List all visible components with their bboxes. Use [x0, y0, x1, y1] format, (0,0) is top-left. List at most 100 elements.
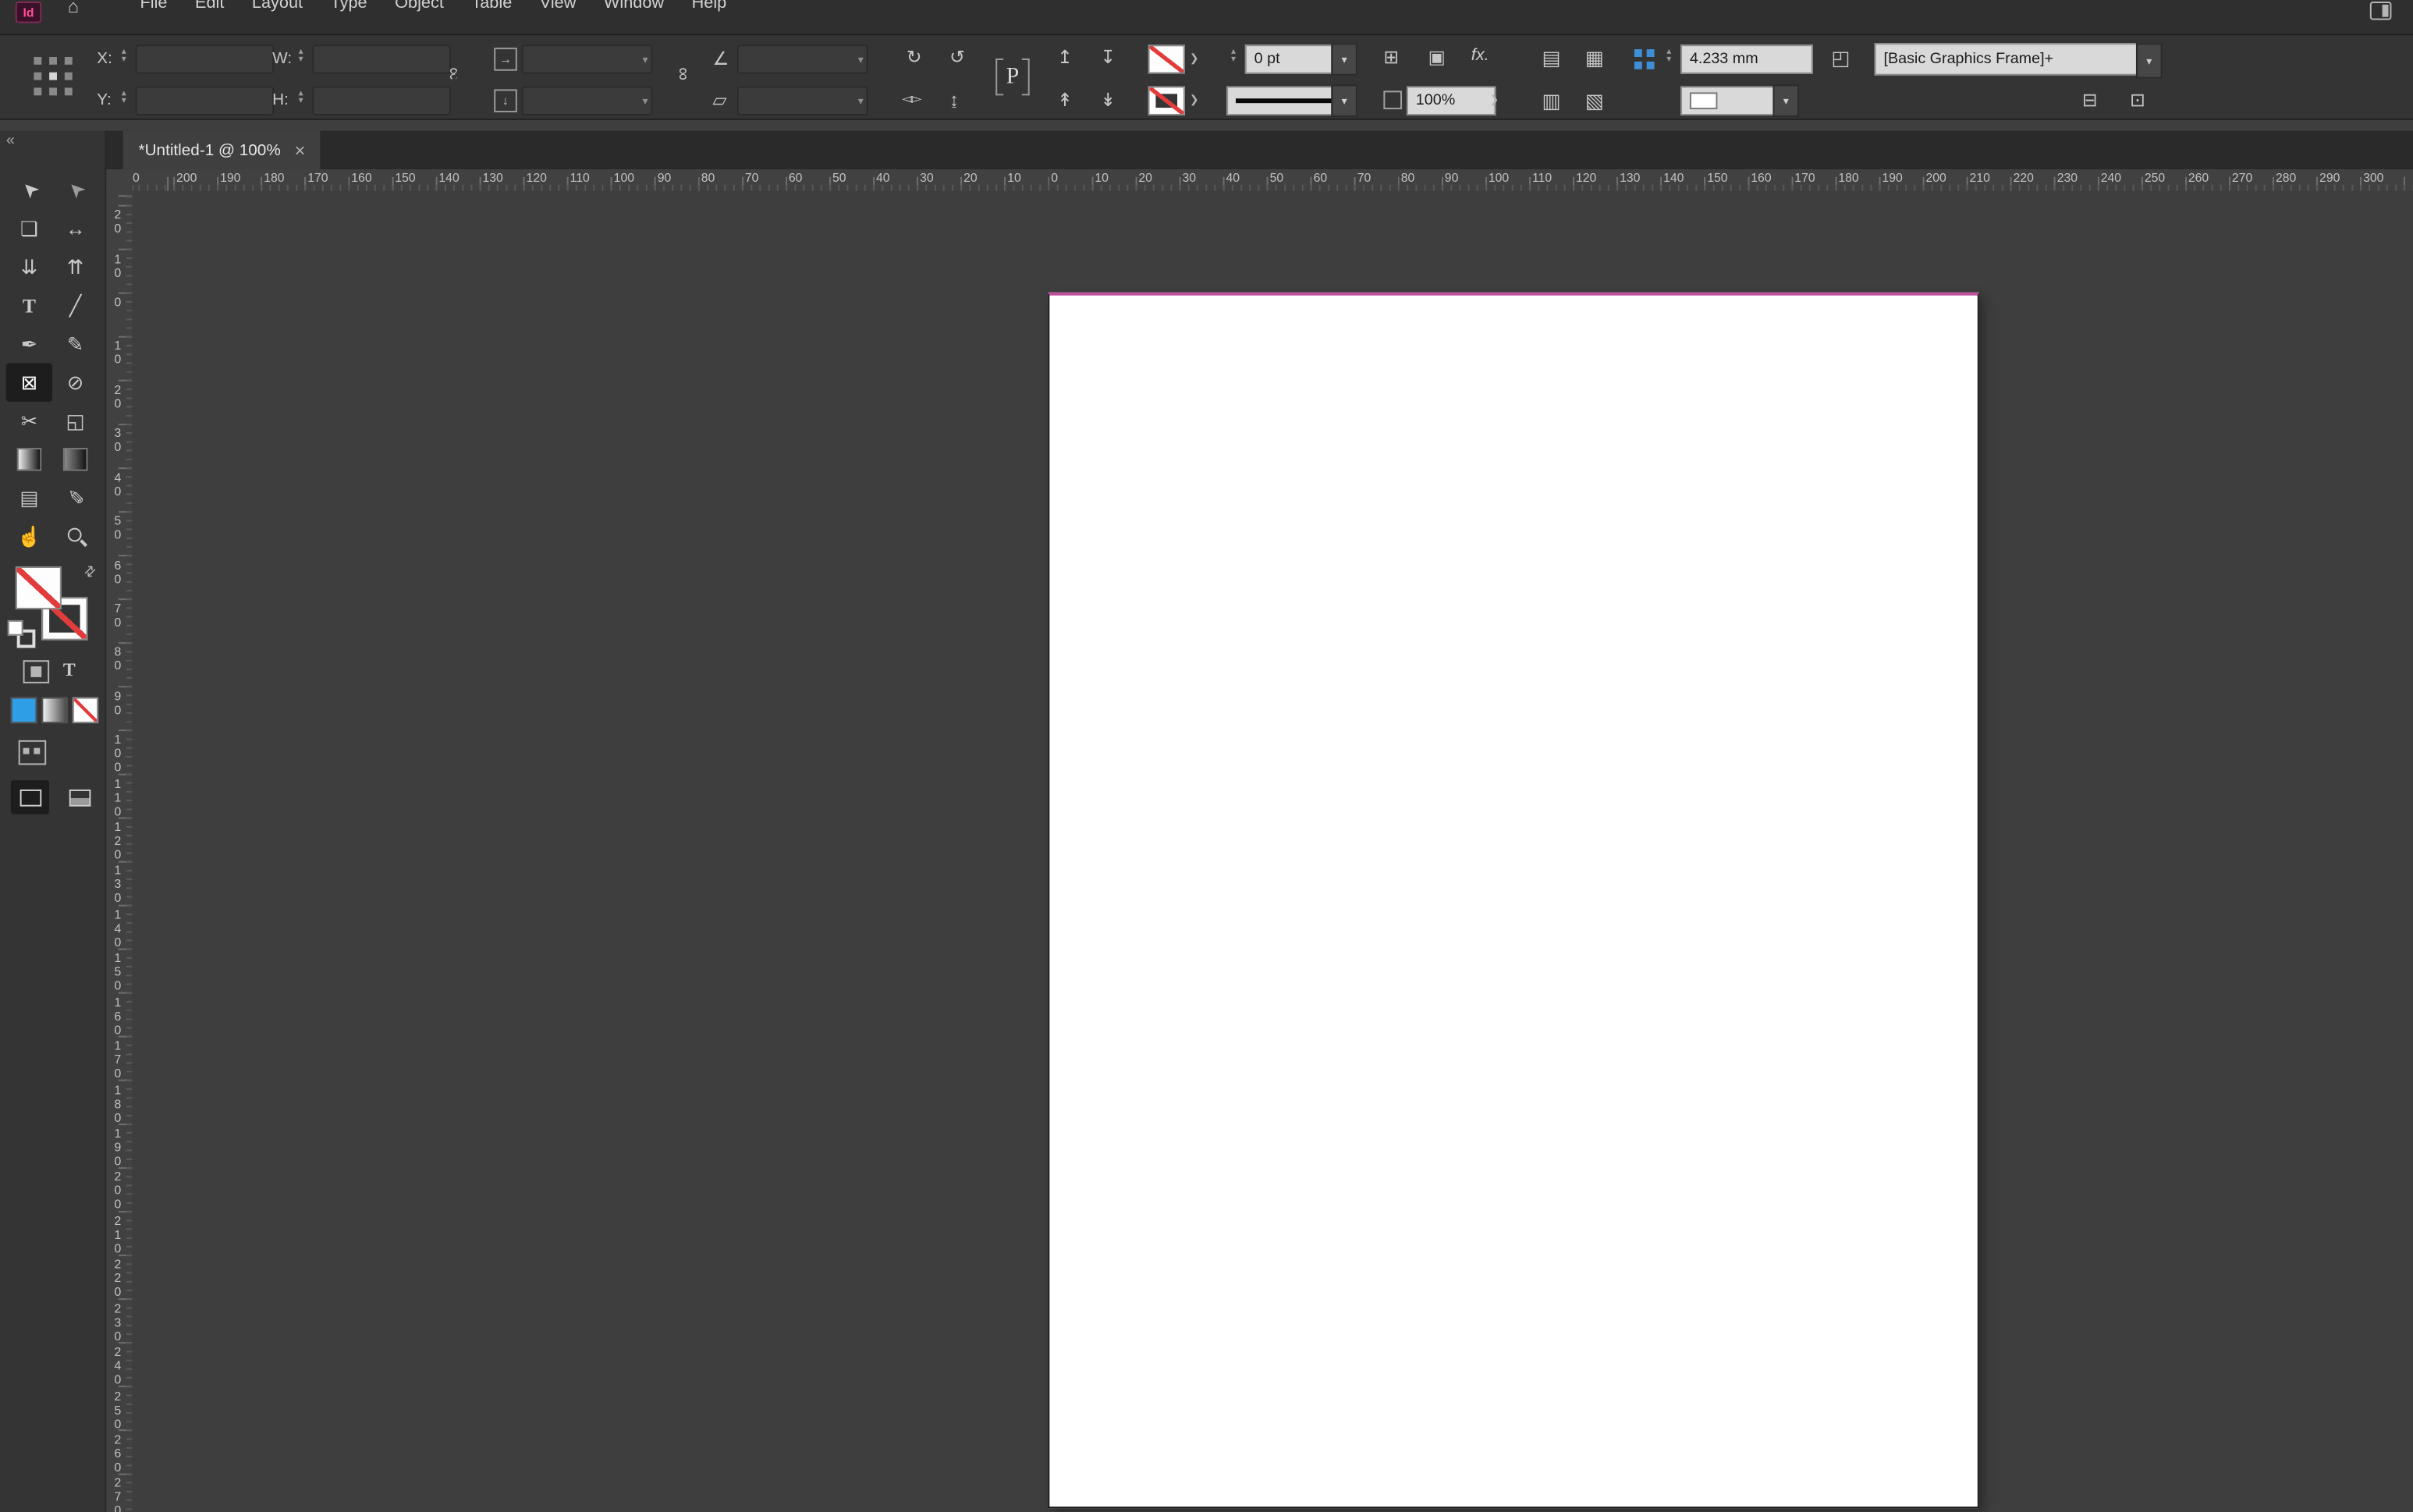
direct-selection-tool[interactable]: ➤: [52, 171, 98, 209]
window-layout-icon[interactable]: [2370, 2, 2392, 20]
wrap-offset-uniform-icon[interactable]: [1634, 49, 1655, 69]
opacity-field[interactable]: 100%: [1407, 86, 1496, 115]
vertical-ruler[interactable]: 2010010203040506070809010011012013014015…: [108, 191, 134, 1512]
hand-tool[interactable]: ☝: [6, 517, 52, 555]
pen-tool[interactable]: ✒: [6, 325, 52, 363]
menu-type[interactable]: Type: [317, 0, 381, 14]
gradient-swatch-tool[interactable]: [6, 440, 52, 478]
stroke-type-arrow[interactable]: ▾: [1331, 84, 1357, 116]
menu-window[interactable]: Window: [590, 0, 678, 14]
pasteboard[interactable]: [133, 191, 2413, 1512]
collapse-panel-icon[interactable]: «: [6, 133, 15, 150]
opacity-target-icon[interactable]: [1383, 91, 1402, 109]
apply-color-button[interactable]: [11, 697, 37, 724]
content-placer-tool[interactable]: ⇈: [52, 248, 98, 286]
indesign-logo-icon[interactable]: Id: [16, 2, 42, 23]
content-collector-tool[interactable]: ⇊: [6, 248, 52, 286]
default-fill-swatch-icon[interactable]: [8, 620, 23, 636]
fill-menu-chevron[interactable]: ❯: [1190, 52, 1199, 65]
select-previous-object-button[interactable]: ↟: [1057, 91, 1073, 109]
menu-help[interactable]: Help: [678, 0, 740, 14]
free-transform-tool[interactable]: ◱: [52, 402, 98, 440]
menu-object[interactable]: Object: [381, 0, 457, 14]
line-tool[interactable]: ╱: [52, 286, 98, 325]
constrain-dimensions-icon[interactable]: ∞: [448, 65, 461, 83]
corner-options-icon[interactable]: ◰: [1831, 48, 1850, 68]
h-stepper[interactable]: ▴▾: [294, 91, 308, 106]
apply-gradient-button[interactable]: [41, 697, 68, 724]
x-stepper[interactable]: ▴▾: [117, 49, 131, 65]
stroke-color-swatch[interactable]: [1148, 86, 1185, 115]
scale-x-field[interactable]: ▾: [522, 44, 653, 73]
fill-color-swatch[interactable]: [1148, 44, 1185, 73]
wrap-none-button[interactable]: ▤: [1542, 48, 1561, 68]
shear-angle-field[interactable]: ▾: [737, 86, 868, 115]
document-tab[interactable]: *Untitled-1 @ 100% ×: [123, 131, 321, 169]
fill-swatch[interactable]: [16, 566, 62, 609]
scissors-tool[interactable]: ✂: [6, 402, 52, 440]
wrap-offset-stepper[interactable]: ▴▾: [1662, 49, 1676, 65]
reference-point-proxy[interactable]: [34, 57, 72, 95]
formatting-affects-text-button[interactable]: T: [63, 658, 76, 682]
page-tool[interactable]: ❏: [6, 209, 52, 247]
stroke-menu-chevron[interactable]: ❯: [1190, 94, 1199, 106]
gap-tool[interactable]: ↔: [52, 209, 98, 247]
stroke-weight-field[interactable]: 0 pt: [1245, 44, 1345, 73]
scale-y-field[interactable]: ▾: [522, 86, 653, 115]
apply-none-button[interactable]: [73, 697, 99, 724]
edit-original-icon[interactable]: ⊡: [2130, 91, 2145, 109]
wrap-object-shape-button[interactable]: ▥: [1542, 91, 1561, 111]
screen-mode-preview-button[interactable]: [60, 780, 98, 814]
formatting-affects-container-button[interactable]: [23, 660, 50, 683]
selection-tool[interactable]: ➤: [6, 171, 52, 209]
object-style-arrow[interactable]: ▾: [2136, 43, 2163, 78]
frame-fitting-options-icon[interactable]: ⊞: [1383, 48, 1399, 66]
stroke-type-dropdown[interactable]: [1226, 86, 1345, 115]
zoom-tool[interactable]: [52, 517, 98, 555]
select-content-button[interactable]: ↧: [1100, 48, 1116, 66]
document-page[interactable]: [1048, 293, 1978, 1508]
menu-view[interactable]: View: [526, 0, 590, 14]
rectangle-frame-tool[interactable]: ⊠: [6, 364, 52, 402]
go-to-link-icon[interactable]: ⊟: [2082, 91, 2098, 109]
w-field[interactable]: [312, 44, 451, 73]
type-tool[interactable]: T: [6, 286, 52, 325]
menu-table[interactable]: Table: [458, 0, 526, 14]
view-options-icon[interactable]: [19, 740, 47, 765]
gradient-feather-tool[interactable]: [52, 440, 98, 478]
h-field[interactable]: [312, 86, 451, 115]
stroke-weight-stepper[interactable]: ▴▾: [1226, 49, 1240, 65]
object-style-dropdown[interactable]: [Basic Graphics Frame]+: [1875, 43, 2139, 75]
menu-edit[interactable]: Edit: [181, 0, 238, 14]
x-field[interactable]: [136, 44, 275, 73]
wrap-offset-field[interactable]: 4.233 mm: [1680, 44, 1813, 73]
w-stepper[interactable]: ▴▾: [294, 49, 308, 65]
note-tool[interactable]: ▤: [6, 478, 52, 516]
horizontal-ruler[interactable]: 0200190180170160150140130120110100908070…: [133, 169, 2413, 193]
opacity-chevron[interactable]: ❯: [1489, 94, 1499, 106]
select-next-object-button[interactable]: ↡: [1100, 91, 1116, 109]
rotate-cw-button[interactable]: ↻: [907, 48, 922, 66]
flip-vertical-button[interactable]: ↨: [949, 91, 959, 109]
ruler-origin-corner[interactable]: [108, 169, 134, 193]
ellipse-frame-tool[interactable]: ⊘: [52, 364, 98, 402]
y-field[interactable]: [136, 86, 275, 115]
swap-fill-stroke-icon[interactable]: ⇄: [80, 562, 101, 582]
rotate-ccw-button[interactable]: ↺: [949, 48, 965, 66]
eyedropper-tool[interactable]: ✐: [52, 478, 98, 516]
menu-file[interactable]: File: [126, 0, 181, 14]
wrap-bounding-box-button[interactable]: ▦: [1585, 48, 1604, 68]
wrap-jump-button[interactable]: ▧: [1585, 91, 1604, 111]
select-container-button[interactable]: ↥: [1057, 48, 1073, 66]
home-icon[interactable]: ⌂: [68, 0, 79, 17]
menu-layout[interactable]: Layout: [238, 0, 317, 14]
close-tab-icon[interactable]: ×: [295, 140, 306, 161]
effects-icon[interactable]: fx.: [1471, 48, 1489, 65]
y-stepper[interactable]: ▴▾: [117, 91, 131, 106]
stroke-weight-dropdown[interactable]: ▾: [1331, 43, 1357, 75]
corner-shape-arrow[interactable]: ▾: [1772, 84, 1799, 116]
rotation-angle-field[interactable]: ▾: [737, 44, 868, 73]
constrain-scale-icon[interactable]: ∞: [677, 65, 690, 83]
pencil-tool[interactable]: ✎: [52, 325, 98, 363]
screen-mode-normal-button[interactable]: [11, 780, 49, 814]
